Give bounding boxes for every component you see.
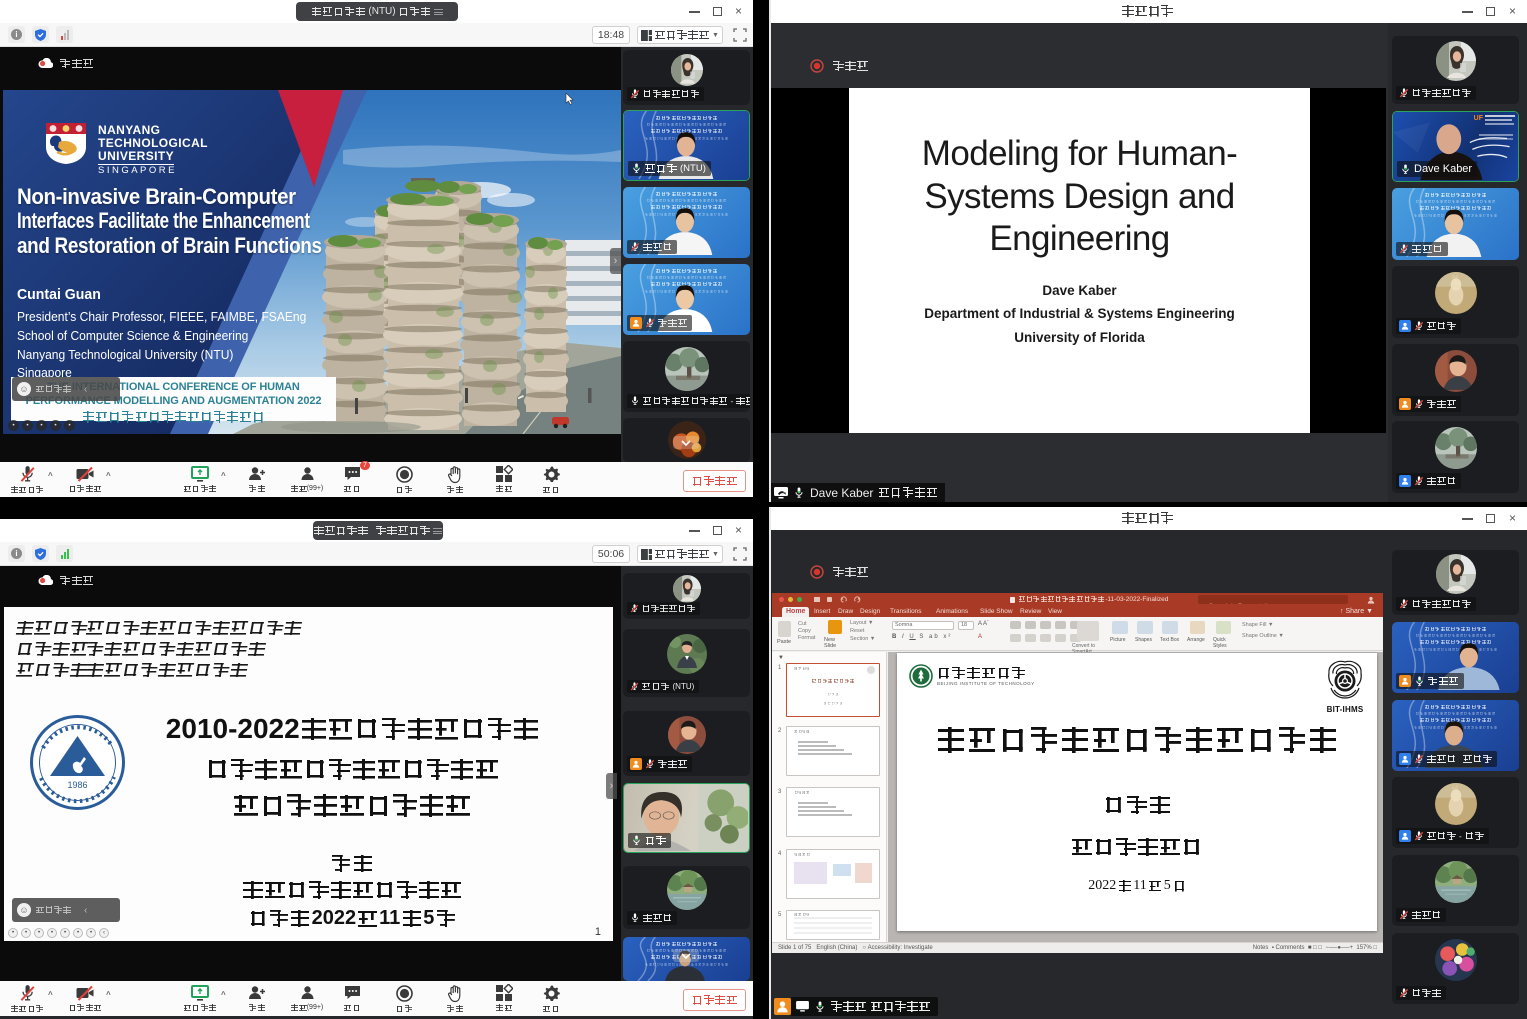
svg-text:1986: 1986 — [67, 780, 87, 790]
